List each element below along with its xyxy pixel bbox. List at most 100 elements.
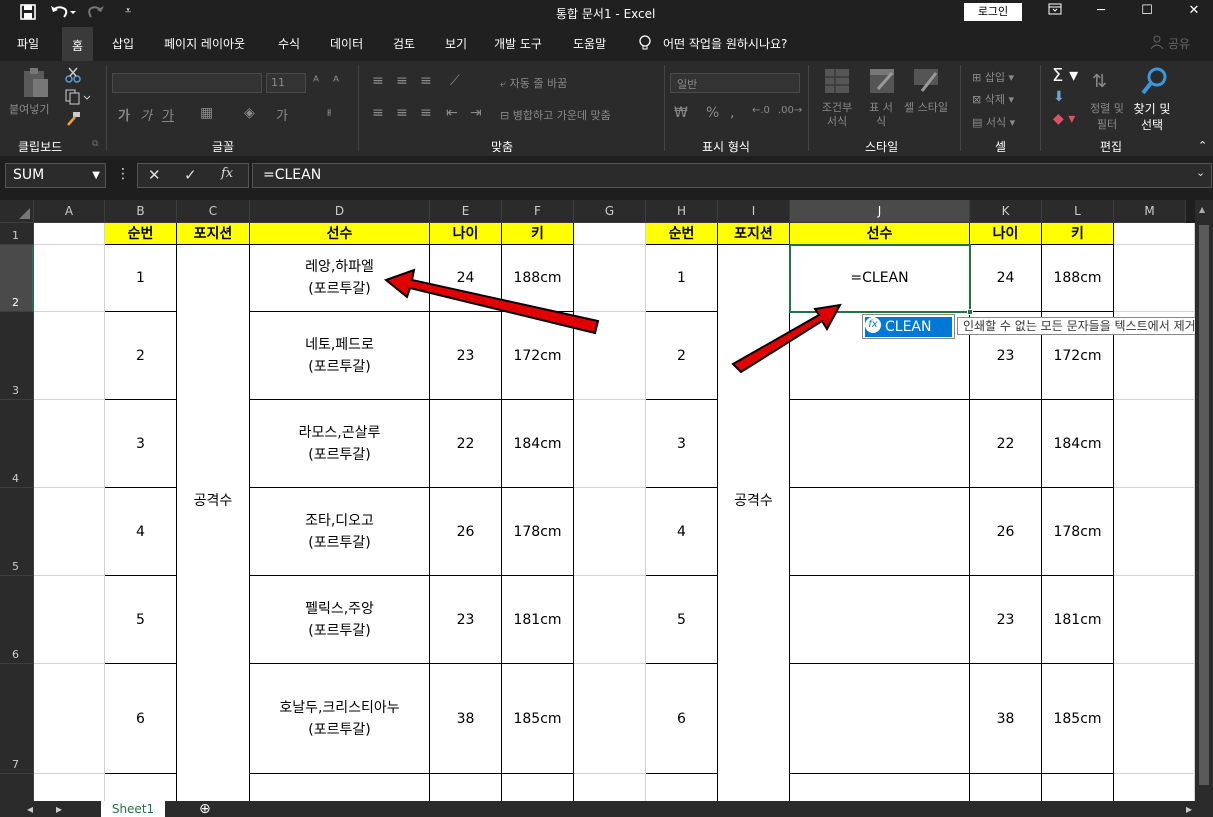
- fill-color-icon[interactable]: ◈: [244, 105, 255, 121]
- scroll-up-icon[interactable]: ▲: [1199, 205, 1205, 214]
- lightbulb-icon[interactable]: [638, 35, 652, 54]
- find-select-button[interactable]: 찾기 및 선택: [1130, 101, 1174, 133]
- grow-font-icon[interactable]: ᴬ: [313, 74, 319, 90]
- vertical-scrollbar[interactable]: ▲: [1195, 200, 1213, 801]
- tab-page-layout[interactable]: 페이지 레이아웃: [164, 35, 245, 52]
- share-button[interactable]: 공유: [1168, 35, 1190, 52]
- copy-icon[interactable]: [65, 89, 91, 109]
- collapse-ribbon-icon[interactable]: ⌃: [1198, 139, 1207, 152]
- clear-icon[interactable]: ◆ ▾: [1053, 111, 1075, 127]
- title-bar: ⩡ 통합 문서1 - Excel 로그인 ─ ☐ ✕: [0, 0, 1213, 27]
- sheet-prev-icon[interactable]: ◂: [27, 801, 33, 817]
- merge-center-button[interactable]: ⊟ 병합하고 가운데 맞춤: [500, 107, 611, 123]
- tab-help[interactable]: 도움말: [573, 35, 606, 52]
- autosum-icon[interactable]: Σ ▾: [1052, 65, 1078, 86]
- more-options-icon[interactable]: ⋮: [116, 166, 130, 182]
- tab-file[interactable]: 파일: [17, 35, 39, 52]
- tab-developer[interactable]: 개발 도구: [494, 35, 542, 52]
- align-bottom-icon[interactable]: ≡: [420, 73, 432, 89]
- close-button[interactable]: ✕: [1184, 3, 1204, 21]
- tab-data[interactable]: 데이터: [330, 35, 363, 52]
- sheet-tab[interactable]: Sheet1: [101, 801, 165, 817]
- shrink-font-icon[interactable]: ᴬ: [333, 74, 339, 90]
- increase-decimal-icon[interactable]: ←.0: [752, 105, 770, 116]
- cells-group-label: 셀: [995, 140, 1007, 154]
- format-as-table-button[interactable]: 표 서식: [866, 101, 896, 129]
- annotation-arrows: [383, 268, 842, 374]
- login-button[interactable]: 로그인: [964, 3, 1022, 21]
- align-top-icon[interactable]: ≡: [372, 73, 384, 89]
- insert-cells-button[interactable]: ⊞ 삽입 ▾: [972, 69, 1014, 85]
- font-name-box[interactable]: [112, 73, 262, 93]
- underline-icon[interactable]: 가: [162, 105, 174, 124]
- formula-input[interactable]: =CLEAN: [252, 163, 1212, 188]
- orientation-icon[interactable]: ⟋: [450, 73, 460, 89]
- cancel-icon[interactable]: ✕: [148, 166, 161, 184]
- name-box[interactable]: SUM ▼: [5, 163, 106, 188]
- border-icon[interactable]: ▦: [200, 105, 213, 121]
- hscroll-right-icon[interactable]: ▸: [1186, 801, 1192, 817]
- find-select-icon[interactable]: [1140, 67, 1168, 101]
- editing-group-label: 편집: [1100, 140, 1123, 154]
- align-right-icon[interactable]: ≡: [420, 105, 432, 121]
- align-center-icon[interactable]: ≡: [396, 105, 408, 121]
- align-left-icon[interactable]: ≡: [372, 105, 384, 121]
- font-group-label: 글꼴: [212, 140, 235, 154]
- bold-icon[interactable]: 가: [118, 105, 130, 124]
- minimize-button[interactable]: ─: [1091, 3, 1111, 21]
- formula-bar: SUM ▼ ⋮ ✕ ✓ fx =CLEAN ⌄: [0, 156, 1213, 200]
- italic-icon[interactable]: 가: [140, 105, 152, 124]
- cell-styles-button[interactable]: 셀 스타일: [904, 101, 948, 115]
- fill-icon[interactable]: ⬇: [1053, 89, 1065, 105]
- tab-formulas[interactable]: 수식: [278, 35, 300, 52]
- customize-qat-icon[interactable]: ⩡: [125, 4, 131, 22]
- window-title: 통합 문서1 - Excel: [556, 7, 656, 21]
- font-color-icon[interactable]: 가: [276, 105, 288, 124]
- arrow-right-annotation: [731, 303, 842, 374]
- dialog-launcher-icon[interactable]: ⧉: [92, 139, 98, 149]
- increase-indent-icon[interactable]: ⇥: [470, 105, 482, 121]
- tab-review[interactable]: 검토: [393, 35, 415, 52]
- tab-insert[interactable]: 삽입: [112, 35, 134, 52]
- cut-icon[interactable]: [65, 67, 81, 87]
- spreadsheet-grid[interactable]: A B C D E F G H I J K L M 1 2 3 4 5 6 7 …: [0, 200, 1213, 801]
- format-painter-icon[interactable]: [65, 111, 81, 131]
- sort-filter-button[interactable]: 정렬 및 필터: [1087, 101, 1127, 133]
- wrap-text-button[interactable]: ⤶ 자동 줄 바꿈: [500, 75, 567, 91]
- number-format-box[interactable]: 일반: [670, 73, 800, 93]
- align-middle-icon[interactable]: ≡: [396, 73, 408, 89]
- insert-function-icon[interactable]: fx: [221, 166, 233, 181]
- sheet-next-icon[interactable]: ▸: [56, 801, 62, 817]
- maximize-button[interactable]: ☐: [1137, 3, 1157, 21]
- redo-icon[interactable]: [88, 4, 112, 22]
- cell-styles-icon[interactable]: [912, 67, 940, 99]
- phonetic-icon[interactable]: ᅢ: [320, 105, 332, 124]
- person-icon[interactable]: [1150, 35, 1164, 52]
- undo-icon[interactable]: [50, 4, 76, 22]
- paste-icon[interactable]: [22, 67, 50, 103]
- ribbon-display-icon[interactable]: [1045, 3, 1065, 21]
- format-as-table-icon[interactable]: [868, 67, 896, 99]
- tab-home[interactable]: 홈: [62, 27, 94, 61]
- font-size-box[interactable]: 11: [266, 73, 306, 93]
- paste-label[interactable]: 붙여넣기: [9, 101, 49, 117]
- percent-icon[interactable]: %: [706, 105, 719, 121]
- decrease-decimal-icon[interactable]: .00→: [778, 105, 802, 116]
- decrease-indent-icon[interactable]: ⇤: [446, 105, 458, 121]
- tab-view[interactable]: 보기: [445, 35, 467, 52]
- tell-me-box[interactable]: 어떤 작업을 원하시나요?: [663, 35, 787, 52]
- enter-icon[interactable]: ✓: [184, 166, 197, 184]
- conditional-format-icon[interactable]: [823, 67, 851, 99]
- add-sheet-button[interactable]: ⊕: [199, 801, 211, 817]
- expand-formula-icon[interactable]: ⌄: [1196, 166, 1205, 179]
- accounting-format-icon[interactable]: ₩: [674, 105, 688, 121]
- scroll-thumb[interactable]: [1199, 225, 1209, 785]
- delete-cells-button[interactable]: ⊠ 삭제 ▾: [972, 91, 1014, 107]
- sort-filter-icon[interactable]: ⇅: [1092, 71, 1107, 92]
- conditional-format-button[interactable]: 조건부 서식: [820, 101, 854, 129]
- ribbon-tabs: 파일 홈 삽입 페이지 레이아웃 수식 데이터 검토 보기 개발 도구 도움말 …: [0, 27, 1213, 61]
- save-icon[interactable]: [20, 4, 36, 22]
- comma-icon[interactable]: ,: [730, 105, 734, 121]
- format-cells-button[interactable]: ▤ 서식 ▾: [972, 114, 1015, 130]
- number-group-label: 표시 형식: [702, 140, 750, 154]
